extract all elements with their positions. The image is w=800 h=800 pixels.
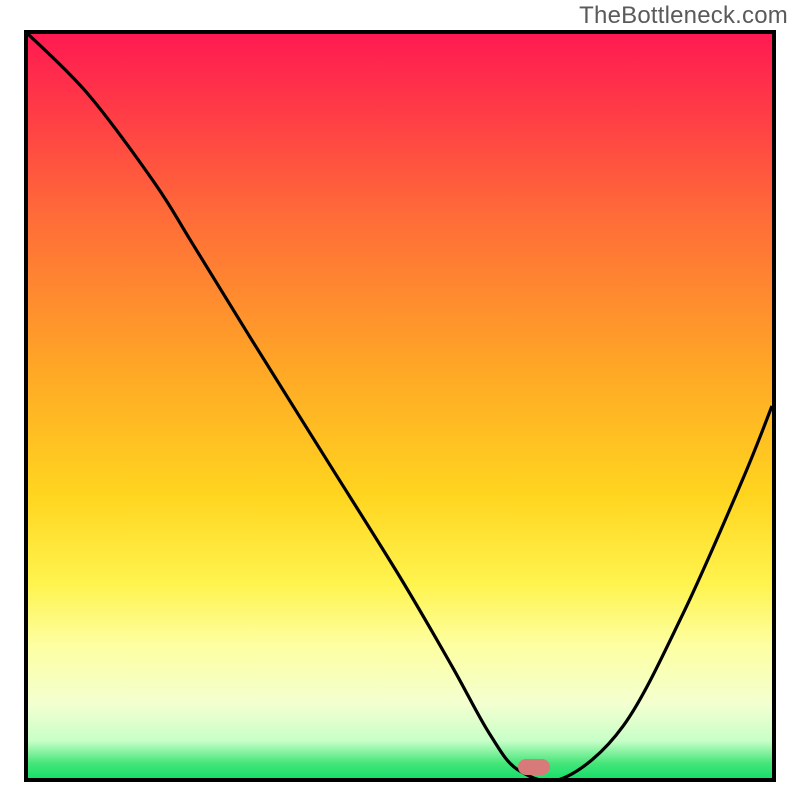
watermark-text: TheBottleneck.com [579, 2, 788, 30]
bottleneck-curve [28, 34, 772, 778]
plot-area [24, 30, 776, 782]
curve-svg [28, 34, 772, 778]
chart-frame: TheBottleneck.com [0, 0, 800, 800]
optimum-marker [518, 759, 550, 775]
